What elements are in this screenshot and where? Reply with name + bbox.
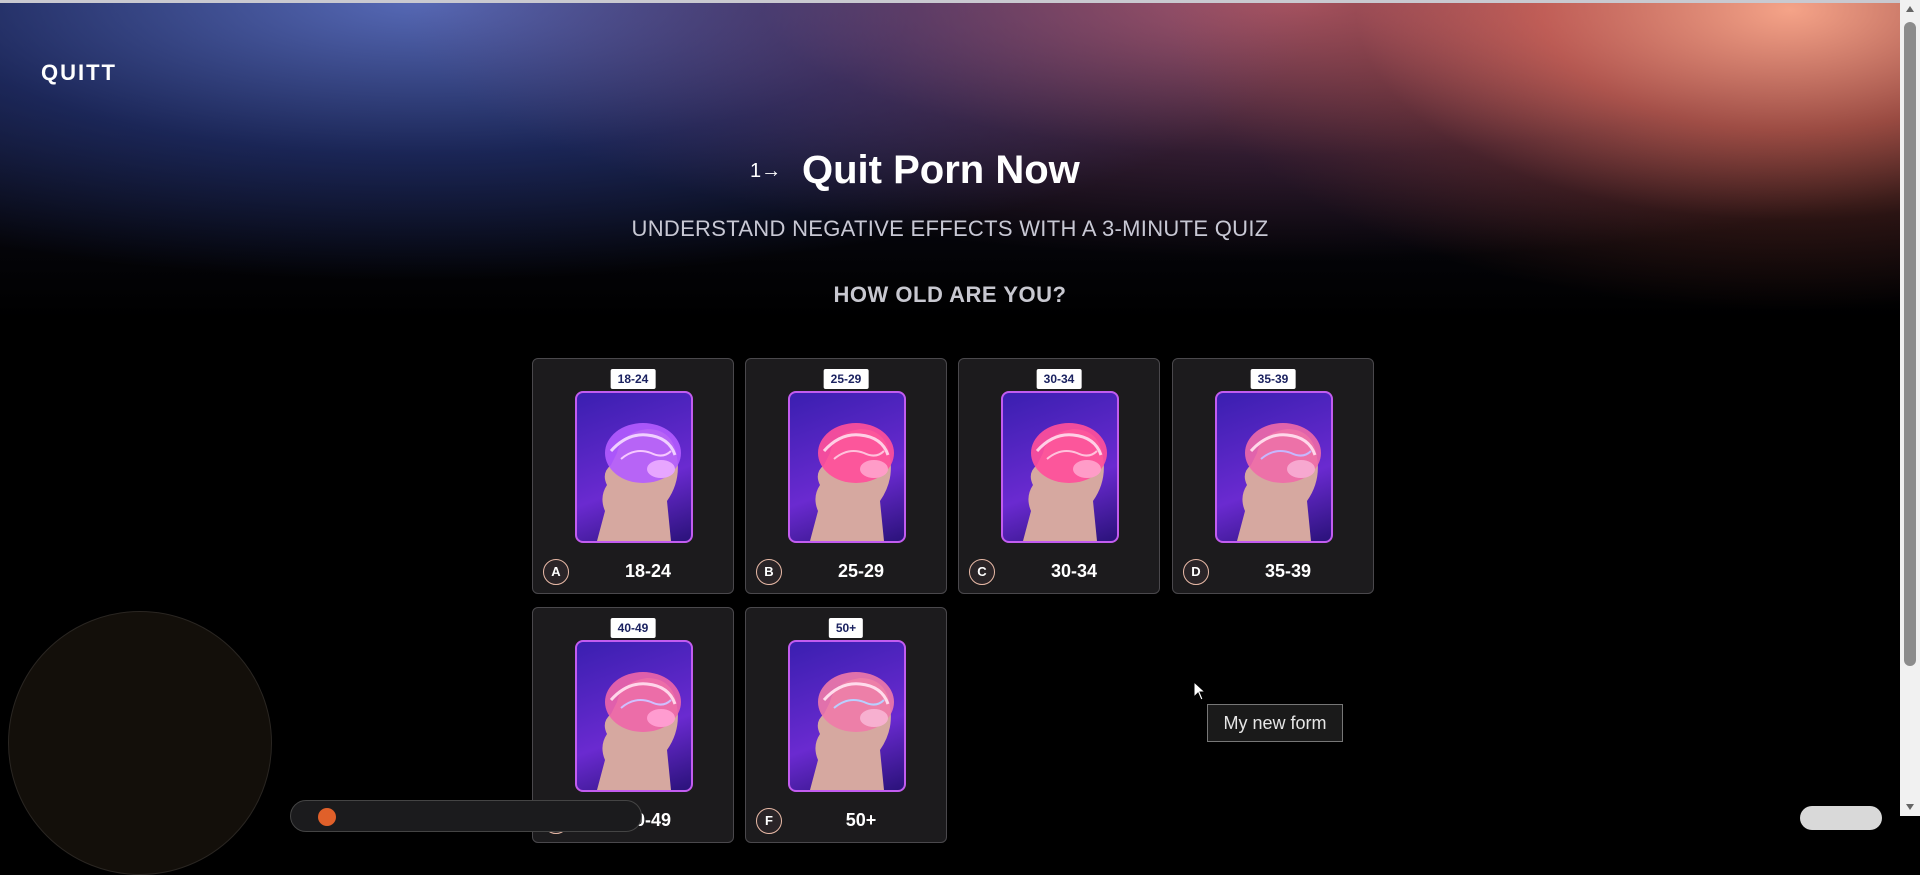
option-tag: 25-29	[823, 369, 869, 389]
option-label: 25-29	[837, 561, 885, 581]
option-label: 30-34	[1050, 561, 1098, 581]
option-tag: 30-34	[1036, 369, 1082, 389]
option-tag: 50+	[828, 618, 864, 638]
page-title: Quit Porn Now	[802, 148, 1080, 192]
option-card-f[interactable]: 50+ F 50+	[745, 607, 947, 843]
option-letter-badge: C	[969, 559, 995, 585]
mouse-cursor-icon	[1193, 681, 1207, 701]
option-label: 18-24	[624, 561, 672, 581]
brain-head-icon	[575, 640, 693, 792]
option-letter-badge: B	[756, 559, 782, 585]
bottom-right-pill[interactable]	[1800, 806, 1882, 830]
video-bubble[interactable]	[8, 611, 272, 875]
brain-head-icon	[1215, 391, 1333, 543]
option-letter-badge: A	[543, 559, 569, 585]
scrollbar[interactable]	[1900, 0, 1920, 816]
option-tag: 35-39	[1250, 369, 1296, 389]
tooltip: My new form	[1207, 704, 1343, 742]
quiz-question: HOW OLD ARE YOU?	[833, 282, 1067, 307]
option-card-a[interactable]: 18-24 A 18-24	[532, 358, 734, 594]
brand-logo[interactable]: QUITT	[41, 60, 117, 86]
option-label: 35-39	[1264, 561, 1312, 581]
page-subtitle: UNDERSTAND NEGATIVE EFFECTS WITH A 3-MIN…	[631, 216, 1269, 241]
brain-head-icon	[788, 640, 906, 792]
brain-head-icon	[575, 391, 693, 543]
scroll-up-icon[interactable]	[1906, 6, 1914, 12]
option-label: 50+	[845, 810, 877, 830]
option-card-b[interactable]: 25-29 B 25-29	[745, 358, 947, 594]
top-border	[0, 0, 1920, 3]
step-indicator: 1→	[750, 160, 782, 182]
brain-head-icon	[1001, 391, 1119, 543]
option-card-c[interactable]: 30-34 C 30-34	[958, 358, 1160, 594]
option-letter-badge: F	[756, 808, 782, 834]
option-card-d[interactable]: 35-39 D 35-39	[1172, 358, 1374, 594]
option-tag: 40-49	[610, 618, 656, 638]
option-letter-badge: D	[1183, 559, 1209, 585]
bottom-toolbar-pill[interactable]	[290, 800, 642, 832]
option-tag: 18-24	[610, 369, 656, 389]
scrollbar-thumb[interactable]	[1904, 22, 1916, 666]
brain-head-icon	[788, 391, 906, 543]
scroll-down-icon[interactable]	[1906, 804, 1914, 810]
record-dot-icon	[318, 808, 336, 826]
